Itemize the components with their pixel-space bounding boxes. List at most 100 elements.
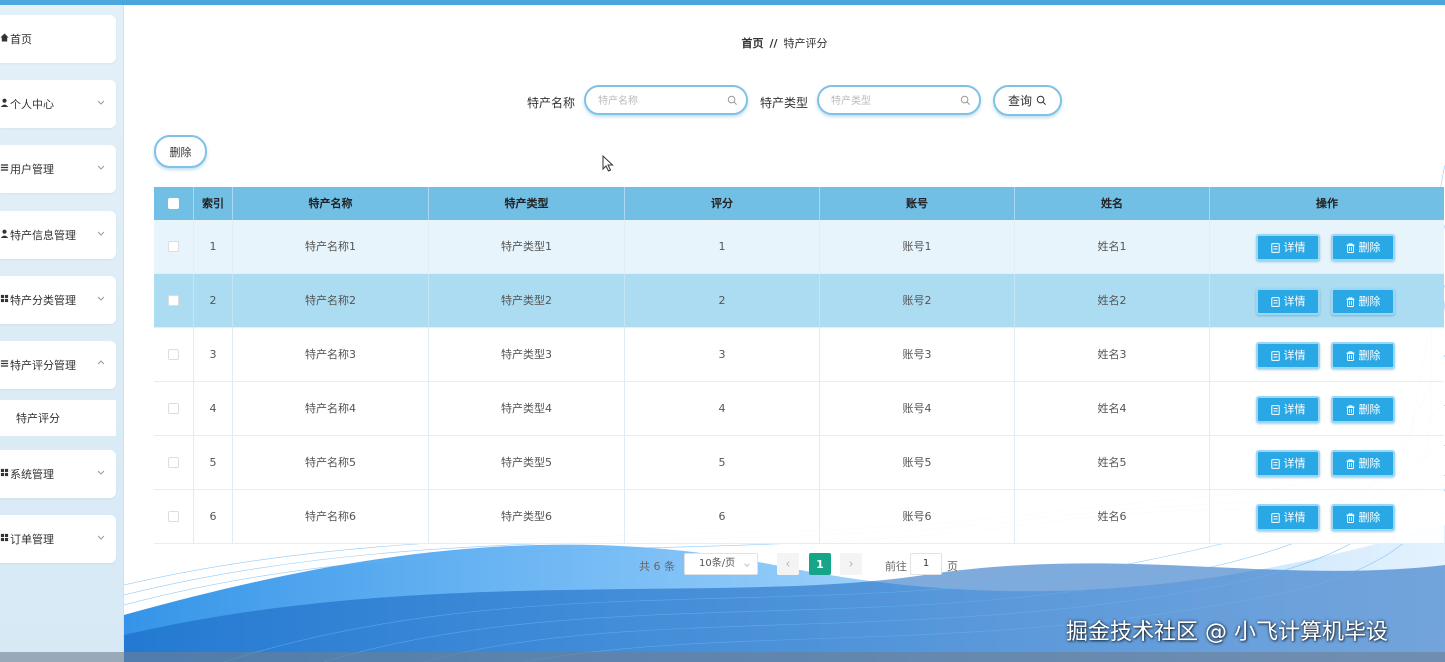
document-icon (1270, 242, 1280, 253)
cell-score: 3 (625, 328, 820, 382)
detail-button-label: 详情 (1283, 402, 1306, 416)
table-row[interactable]: 6 特产名称6 特产类型6 6 账号6 姓名6 详情 删除 (154, 490, 1444, 544)
goto-page-suffix: 页 (947, 560, 958, 573)
table-row[interactable]: 5 特产名称5 特产类型5 5 账号5 姓名5 详情 删除 (154, 436, 1444, 490)
pagination-total: 共 6 条 (639, 560, 675, 573)
detail-button[interactable]: 详情 (1256, 342, 1320, 369)
row-delete-button-label: 删除 (1358, 402, 1381, 416)
detail-button[interactable]: 详情 (1256, 396, 1320, 423)
cell-account: 账号4 (820, 382, 1015, 436)
cell-actions: 详情 删除 (1210, 220, 1444, 274)
row-checkbox[interactable] (168, 349, 179, 360)
sidebar-item-label: 系统管理 (10, 468, 54, 481)
page-size-select[interactable]: 10条/页 (684, 553, 758, 575)
row-delete-button[interactable]: 删除 (1331, 342, 1395, 369)
row-delete-button[interactable]: 删除 (1331, 234, 1395, 261)
search-name-input[interactable] (596, 93, 730, 109)
sidebar-item-product-info[interactable]: 特产信息管理 (0, 211, 116, 259)
prev-page-button[interactable] (777, 553, 799, 575)
sidebar-item-personal-center[interactable]: 个人中心 (0, 80, 116, 128)
cell-actions: 详情 删除 (1210, 274, 1444, 328)
grid-icon (0, 533, 10, 545)
row-checkbox[interactable] (168, 403, 179, 414)
row-delete-button[interactable]: 删除 (1331, 504, 1395, 531)
main-content: 首页 // 特产评分 特产名称 特产类型 查询 删除 索引 特产名称 特产类型 评分… (124, 5, 1445, 662)
sidebar-item-label: 首页 (10, 33, 32, 46)
row-delete-button[interactable]: 删除 (1331, 396, 1395, 423)
row-checkbox[interactable] (168, 511, 179, 522)
search-icon (727, 95, 737, 105)
detail-button[interactable]: 详情 (1256, 504, 1320, 531)
row-delete-button[interactable]: 删除 (1331, 288, 1395, 315)
search-type-box (817, 85, 981, 115)
detail-button[interactable]: 详情 (1256, 450, 1320, 477)
cell-score: 4 (625, 382, 820, 436)
table-row[interactable]: 4 特产名称4 特产类型4 4 账号4 姓名4 详情 删除 (154, 382, 1444, 436)
header-product-name: 特产名称 (233, 187, 429, 220)
row-delete-button[interactable]: 删除 (1331, 450, 1395, 477)
sidebar-item-user-management[interactable]: 用户管理 (0, 145, 116, 193)
detail-button-label: 详情 (1283, 456, 1306, 470)
cell-account: 账号1 (820, 220, 1015, 274)
cell-actions: 详情 删除 (1210, 436, 1444, 490)
cell-actions: 详情 删除 (1210, 382, 1444, 436)
sidebar-item-label: 特产分类管理 (10, 294, 76, 307)
sidebar-item-orders[interactable]: 订单管理 (0, 515, 116, 563)
row-delete-button-label: 删除 (1358, 294, 1381, 308)
detail-button-label: 详情 (1283, 348, 1306, 362)
cell-product-type: 特产类型5 (429, 436, 625, 490)
chevron-down-icon (97, 470, 105, 475)
sidebar-subitem-product-rating[interactable]: 特产评分 (0, 400, 116, 436)
next-page-button[interactable] (840, 553, 862, 575)
chevron-down-icon (744, 563, 750, 567)
row-delete-button-label: 删除 (1358, 348, 1381, 362)
batch-delete-label: 删除 (169, 145, 192, 159)
detail-button-label: 详情 (1283, 240, 1306, 254)
search-type-label: 特产类型 (760, 96, 809, 110)
cell-index: 5 (194, 436, 233, 490)
table-row[interactable]: 2 特产名称2 特产类型2 2 账号2 姓名2 详情 删除 (154, 274, 1444, 328)
trash-icon (1346, 512, 1354, 523)
query-button[interactable]: 查询 (993, 85, 1062, 116)
sidebar-item-product-category[interactable]: 特产分类管理 (0, 276, 116, 324)
bottom-bar (0, 652, 1445, 662)
detail-button[interactable]: 详情 (1256, 288, 1320, 315)
batch-delete-button[interactable]: 删除 (154, 135, 207, 168)
sidebar-item-product-rating[interactable]: 特产评分管理 (0, 341, 116, 389)
document-icon (1270, 296, 1280, 307)
breadcrumb-home[interactable]: 首页 (741, 37, 763, 50)
chevron-down-icon (97, 231, 105, 236)
cell-product-type: 特产类型1 (429, 220, 625, 274)
header-actions: 操作 (1316, 197, 1338, 210)
document-icon (1270, 404, 1280, 415)
grid-icon (0, 294, 10, 306)
row-delete-button-label: 删除 (1358, 510, 1381, 524)
row-checkbox[interactable] (168, 241, 179, 252)
cell-actions: 详情 删除 (1210, 328, 1444, 382)
cell-product-name: 特产名称5 (233, 436, 429, 490)
header-account: 账号 (820, 187, 1015, 220)
table-row[interactable]: 1 特产名称1 特产类型1 1 账号1 姓名1 详情 删除 (154, 220, 1444, 274)
table-row[interactable]: 3 特产名称3 特产类型3 3 账号3 姓名3 详情 删除 (154, 328, 1444, 382)
search-icon (960, 95, 970, 105)
sidebar-item-system[interactable]: 系统管理 (0, 450, 116, 498)
sidebar: 首页 个人中心 用户管理 特产信息管理 特产分类管理 特产评分管理 特产评分 系… (0, 5, 124, 662)
search-type-input[interactable] (829, 93, 963, 109)
chevron-down-icon (97, 165, 105, 170)
select-all-checkbox[interactable] (168, 198, 179, 209)
cell-product-name: 特产名称3 (233, 328, 429, 382)
header-person-name: 姓名 (1015, 187, 1210, 220)
chevron-up-icon (97, 360, 105, 365)
row-checkbox[interactable] (168, 457, 179, 468)
cell-person-name: 姓名3 (1015, 328, 1210, 382)
cell-score: 1 (625, 220, 820, 274)
row-checkbox[interactable] (168, 295, 179, 306)
cell-product-name: 特产名称6 (233, 490, 429, 544)
goto-page-input[interactable]: 1 (910, 553, 942, 575)
page-number-current[interactable]: 1 (809, 553, 831, 575)
detail-button[interactable]: 详情 (1256, 234, 1320, 261)
cell-person-name: 姓名6 (1015, 490, 1210, 544)
sidebar-item-label: 个人中心 (10, 98, 54, 111)
sidebar-subitem-label: 特产评分 (16, 412, 60, 425)
sidebar-item-home[interactable]: 首页 (0, 15, 116, 63)
